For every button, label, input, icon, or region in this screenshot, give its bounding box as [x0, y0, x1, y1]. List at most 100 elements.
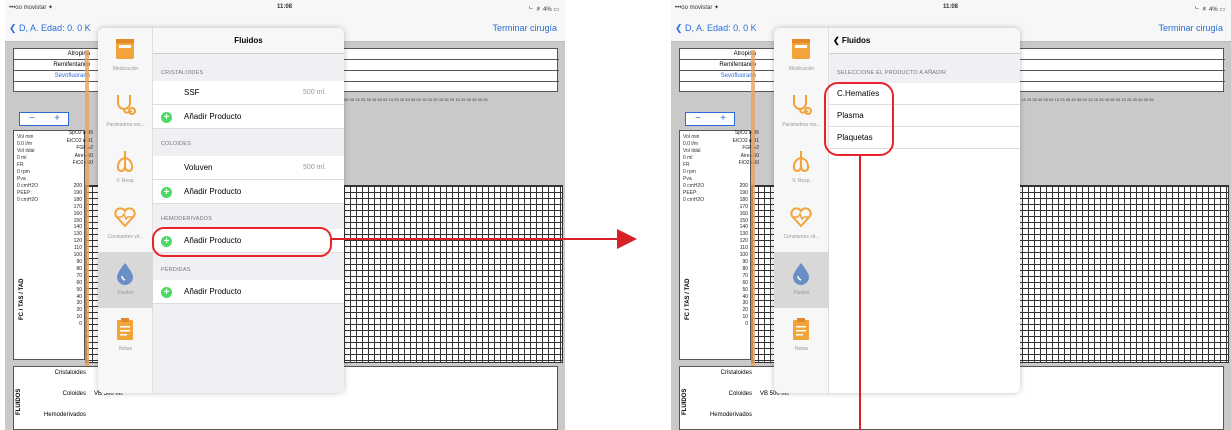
fluids-content: Fluidos CRISTALOIDES SSF 500 ml. + Añadi… [153, 28, 344, 393]
popover-title: Fluidos [234, 36, 263, 45]
tab-fluidos[interactable]: Fluidos [98, 252, 153, 308]
tab-label: Fluidos [117, 290, 134, 296]
clipboard-icon [117, 318, 133, 340]
cristaloides-label: Cristaloides [54, 370, 86, 376]
tab-label: Constantes vit... [783, 234, 820, 240]
finish-surgery-button[interactable]: Terminar cirugía [492, 23, 557, 33]
tab-fluidos[interactable]: Fluidos [774, 252, 829, 308]
arrow-right-icon [617, 229, 637, 249]
tab-label: Fluidos [793, 290, 810, 296]
tab-parametros[interactable]: Parámetros res... [774, 84, 829, 140]
zoom-out-button[interactable]: − [20, 113, 44, 125]
cristaloides-label: Cristaloides [720, 370, 752, 376]
coloides-label: Coloides [728, 391, 752, 397]
drug-name: Remifentanilo [53, 62, 90, 68]
zoom-out-button[interactable]: − [686, 113, 710, 125]
zoom-stepper[interactable]: − + [685, 112, 735, 126]
zoom-in-button[interactable]: + [45, 113, 69, 125]
fluid-volume: 500 ml. [303, 164, 326, 171]
drug-name: Atropina [67, 51, 90, 57]
y-axis-label: FC / TAS / TAD [685, 278, 691, 320]
drug-name[interactable]: Sevofluorano [14, 73, 94, 79]
tab-bar: Medicación Parámetros res... V. Resp. Co… [774, 28, 829, 393]
right-screenshot: •••oo movistar ✦ 11:08 ᄂ ∦ 4% ▭ ❮ D, A. … [671, 0, 1231, 430]
product-picker-popover: Medicación Parámetros res... V. Resp. Co… [774, 28, 1020, 393]
clipboard-icon [793, 318, 809, 340]
add-coloide-button[interactable]: + Añadir Producto [153, 180, 344, 204]
highlight-add-hemoderivado [152, 227, 332, 257]
hemoderivados-label: Hemoderivados [709, 412, 752, 418]
zoom-in-button[interactable]: + [711, 113, 735, 125]
fluid-row-voluven[interactable]: Voluven 500 ml. [153, 156, 344, 180]
tab-medicacion[interactable]: Medicación [98, 28, 153, 84]
patient-back-link[interactable]: ❮ D, A. Edad: 0. 0 K [9, 23, 91, 34]
patient-back-link[interactable]: ❮ D, A. Edad: 0. 0 K [675, 23, 757, 34]
plus-icon: + [161, 112, 172, 123]
back-to-fluids-button[interactable]: ❮ Fluidos [833, 36, 870, 45]
fluids-side-label: FLUIDOS [682, 388, 688, 415]
battery-indicator: ᄂ ∦ 4% ▭ [1194, 7, 1225, 13]
heart-rate-icon [114, 207, 136, 228]
finish-surgery-button[interactable]: Terminar cirugía [1158, 23, 1223, 33]
y-axis-ticks: 200 190 180 170 160 150 140 130 120 110 … [739, 183, 748, 328]
add-perdida-button[interactable]: + Añadir Producto [153, 280, 344, 304]
tab-label: Notas [118, 346, 133, 352]
carrier-label: •••oo movistar ✦ [9, 5, 54, 11]
drug-name[interactable]: Sevofluorano [680, 73, 760, 79]
clock: 11:08 [943, 4, 959, 10]
tab-notas[interactable]: Notas [774, 308, 829, 364]
tab-bar: Medicación Parámetros res... V. Resp. Co… [98, 28, 153, 393]
stethoscope-icon [793, 95, 812, 115]
section-coloides: COLOIDES [161, 141, 192, 147]
heart-rate-icon [790, 207, 812, 228]
tab-label: Parámetros res... [106, 122, 145, 128]
fluids-popover: Medicación Parámetros res... V. Resp. Co… [98, 28, 344, 393]
tab-parametros[interactable]: Parámetros res... [98, 84, 153, 140]
left-screenshot: •••oo movistar ✦ 11:08 ᄂ ∦ 4% ▭ ❮ D, A. … [5, 0, 565, 430]
y-axis-ticks: 200 190 180 170 160 150 140 130 120 110 … [73, 183, 82, 328]
tab-notas[interactable]: Notas [98, 308, 153, 364]
tab-v-resp[interactable]: V. Resp. [774, 140, 829, 196]
tab-label: Constantes vit... [107, 234, 144, 240]
section-perdidas: PÉRDIDAS [161, 267, 191, 273]
tab-label: V. Resp. [792, 178, 811, 184]
add-product-label: Añadir Producto [184, 287, 242, 296]
drug-name: Atropina [733, 51, 756, 57]
y-axis-label: FC / TAS / TAD [19, 278, 25, 320]
tab-constantes[interactable]: Constantes vit... [774, 196, 829, 252]
arrow-line [332, 238, 620, 240]
tab-v-resp[interactable]: V. Resp. [98, 140, 153, 196]
zoom-stepper[interactable]: − + [19, 112, 69, 126]
popover-header: Fluidos [153, 28, 344, 54]
fluid-name: SSF [184, 88, 200, 97]
drop-icon [117, 263, 133, 285]
coloides-label: Coloides [62, 391, 86, 397]
tab-label: V. Resp. [116, 178, 135, 184]
fluid-row-ssf[interactable]: SSF 500 ml. [153, 81, 344, 105]
carrier-label: •••oo movistar ✦ [675, 5, 720, 11]
plus-icon: + [161, 187, 172, 198]
plus-icon: + [161, 287, 172, 298]
drug-name: Remifentanilo [719, 62, 756, 68]
tab-label: Notas [794, 346, 809, 352]
empty-area [829, 149, 1020, 393]
callout-line [859, 156, 861, 430]
popover-header: ❮ Fluidos [829, 28, 1020, 54]
add-product-label: Añadir Producto [184, 112, 242, 121]
tab-constantes[interactable]: Constantes vit... [98, 196, 153, 252]
clock: 11:08 [277, 4, 293, 10]
hemoderivados-label: Hemoderivados [43, 412, 86, 418]
add-cristaloide-button[interactable]: + Añadir Producto [153, 105, 344, 129]
fluid-volume: 500 ml. [303, 89, 326, 96]
section-hemoderivados: HEMODERIVADOS [161, 216, 213, 222]
battery-indicator: ᄂ ∦ 4% ▭ [528, 7, 559, 13]
tab-label: Parámetros res... [782, 122, 821, 128]
highlight-product-list [824, 82, 894, 156]
select-product-heading: SELECCIONE EL PRODUCTO A AÑADIR [837, 70, 947, 76]
tab-medicacion[interactable]: Medicación [774, 28, 829, 84]
lungs-icon [116, 151, 134, 173]
stethoscope-icon [117, 95, 136, 115]
lungs-icon [792, 151, 810, 173]
section-cristaloides: CRISTALOIDES [161, 70, 204, 76]
medication-icon [792, 39, 810, 59]
